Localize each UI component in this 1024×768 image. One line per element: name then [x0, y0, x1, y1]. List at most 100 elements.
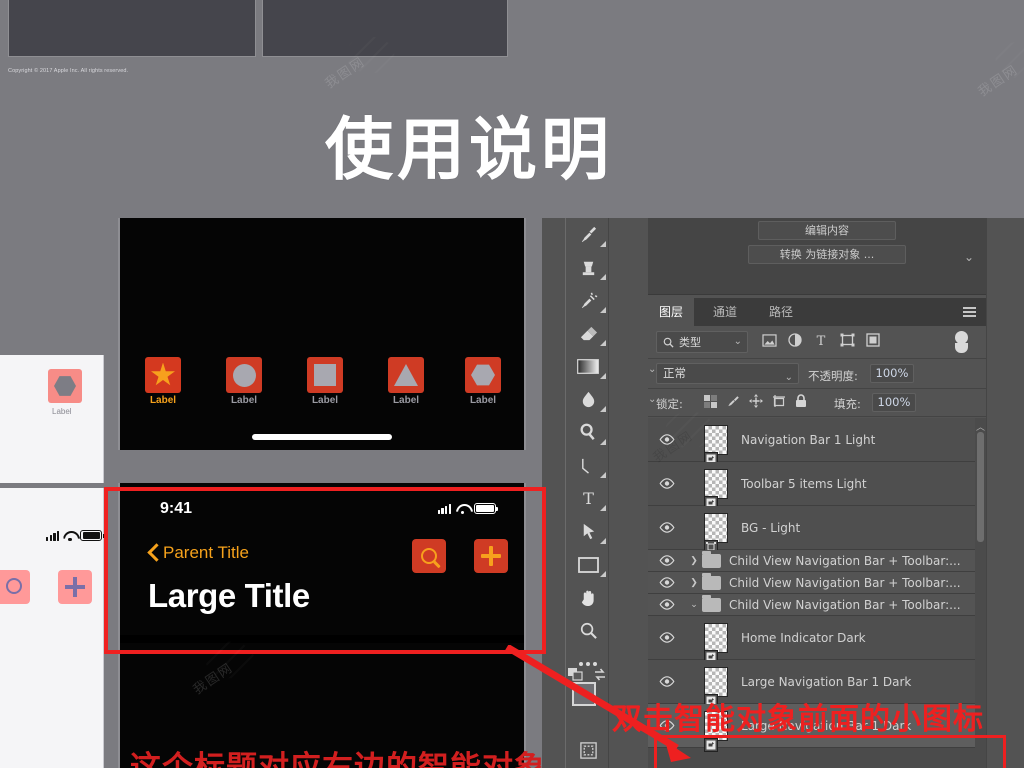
table-row[interactable]: Navigation Bar 1 Light: [648, 418, 986, 466]
filter-kind-select[interactable]: 类型 ⌄: [656, 331, 748, 353]
light-add-button[interactable]: [58, 570, 92, 604]
edit-contents-button[interactable]: 编辑内容: [758, 221, 896, 240]
lock-transparent-icon[interactable]: [704, 394, 717, 413]
tab-icon-circle: [226, 357, 262, 393]
layer-name: Toolbar 5 items Light: [741, 476, 867, 491]
path-selection-tool-icon[interactable]: [566, 515, 610, 548]
pen-tool-icon[interactable]: [566, 449, 610, 482]
signal-icon: [46, 531, 60, 541]
table-row[interactable]: ⌄ Child View Navigation Bar + Toolbar:..…: [648, 594, 986, 616]
table-row[interactable]: BG - Light: [648, 506, 986, 554]
layer-thumbnail: [704, 622, 728, 664]
pixel-filter-icon[interactable]: [758, 333, 780, 350]
blend-mode-select[interactable]: 正常 ⌄: [656, 363, 799, 384]
page-title: 使用说明: [325, 111, 614, 190]
tab-label: Label: [392, 395, 420, 406]
lock-image-icon[interactable]: [726, 394, 740, 413]
tab-item-3[interactable]: Label: [367, 357, 445, 406]
lock-artboard-icon[interactable]: [772, 394, 786, 413]
layer-thumbnail: [704, 424, 728, 466]
type-tool-icon[interactable]: T: [566, 482, 610, 515]
chevron-down-icon: ⌄: [733, 336, 742, 347]
eraser-tool-icon[interactable]: [566, 317, 610, 350]
history-brush-tool-icon[interactable]: [566, 284, 610, 317]
fill-label: 填充:: [834, 397, 861, 411]
svg-text:T: T: [583, 489, 594, 508]
visibility-toggle[interactable]: [648, 522, 686, 533]
visibility-toggle[interactable]: [648, 577, 686, 588]
rectangle-tool-icon[interactable]: [566, 548, 610, 581]
folder-icon: [702, 594, 721, 612]
tab-icon-triangle: [388, 357, 424, 393]
opacity-value[interactable]: 100%: [870, 364, 914, 383]
convert-to-linked-button[interactable]: 转换 为链接对象 ...: [748, 245, 906, 264]
visibility-toggle[interactable]: [648, 555, 686, 566]
slide-tile-left: [8, 0, 256, 57]
adjustment-filter-icon[interactable]: [784, 333, 806, 350]
table-row[interactable]: ❯ Child View Navigation Bar + Toolbar:..…: [648, 572, 986, 594]
hand-tool-icon[interactable]: [566, 581, 610, 614]
opacity-label: 不透明度:: [808, 369, 858, 383]
chevron-right-icon[interactable]: ❯: [686, 555, 702, 566]
panel-menu-icon[interactable]: [963, 307, 976, 317]
circle-icon: [232, 363, 256, 387]
visibility-toggle[interactable]: [648, 632, 686, 643]
filter-toggle-icon[interactable]: [955, 331, 968, 353]
svg-text:T: T: [817, 334, 826, 347]
chevron-down-icon[interactable]: ⌄: [964, 250, 974, 264]
tab-paths[interactable]: 路径: [758, 298, 804, 326]
fill-value[interactable]: 100%: [872, 393, 916, 412]
tab-item-1[interactable]: Label: [205, 357, 283, 406]
search-icon: [663, 337, 674, 348]
chevron-right-icon[interactable]: ❯: [686, 577, 702, 588]
panel-tab-strip: 图层 通道 路径: [648, 298, 986, 326]
brush-tool-icon[interactable]: [566, 218, 610, 251]
folder-icon: [702, 572, 721, 590]
battery-icon: [80, 530, 105, 541]
wifi-icon: [63, 531, 76, 542]
tab-item-0[interactable]: Label: [124, 357, 202, 406]
triangle-icon: [394, 364, 418, 386]
table-row[interactable]: ❯ Child View Navigation Bar + Toolbar:..…: [648, 550, 986, 572]
visibility-toggle[interactable]: [648, 434, 686, 445]
tab-label: Label: [52, 407, 72, 416]
blur-tool-icon[interactable]: [566, 383, 610, 416]
light-search-button[interactable]: [0, 570, 30, 604]
square-icon: [314, 364, 336, 386]
tab-layers[interactable]: 图层: [648, 298, 695, 326]
smartobject-filter-icon[interactable]: [862, 333, 884, 350]
table-row[interactable]: Toolbar 5 items Light: [648, 462, 986, 510]
type-filter-icon[interactable]: T: [810, 333, 832, 350]
layer-thumbnail: [704, 468, 728, 510]
light-tabbar-mockup: Label: [0, 355, 104, 483]
folder-icon: [702, 550, 721, 568]
copyright-text: Copyright © 2017 Apple Inc. All rights r…: [8, 68, 129, 74]
tab-icon-square: [307, 357, 343, 393]
blend-mode-value: 正常: [663, 366, 686, 380]
dodge-tool-icon[interactable]: [566, 416, 610, 449]
lock-all-icon[interactable]: [795, 394, 807, 413]
scrollbar-thumb[interactable]: [977, 432, 984, 542]
tab-item-4[interactable]: Label: [444, 357, 522, 406]
lock-position-icon[interactable]: [749, 394, 763, 413]
blend-mode-row: 正常 ⌄ 不透明度: 100% ⌄: [648, 359, 986, 389]
chevron-down-icon[interactable]: ⌄: [686, 599, 702, 610]
slide-tile-right: [262, 0, 508, 57]
tab-item-2[interactable]: Label: [286, 357, 364, 406]
lock-label: 锁定:: [656, 397, 683, 411]
highlight-rect-layer: [654, 735, 1006, 768]
tab-channels[interactable]: 通道: [702, 298, 748, 326]
tab-icon-hexagon: [465, 357, 501, 393]
zoom-tool-icon[interactable]: [566, 614, 610, 647]
layer-name: Child View Navigation Bar + Toolbar:...: [729, 575, 961, 590]
visibility-toggle[interactable]: [648, 478, 686, 489]
annotation-layers-note: 双击智能对象前面的小图标: [612, 703, 984, 736]
tab-label: Label: [311, 395, 339, 406]
gradient-tool-icon[interactable]: [566, 350, 610, 383]
filter-kind-label: 类型: [679, 336, 701, 349]
visibility-toggle[interactable]: [648, 599, 686, 610]
search-icon: [6, 578, 22, 594]
tab-icon-hexagon[interactable]: [48, 369, 82, 403]
shape-filter-icon[interactable]: [836, 333, 858, 350]
clone-stamp-tool-icon[interactable]: [566, 251, 610, 284]
